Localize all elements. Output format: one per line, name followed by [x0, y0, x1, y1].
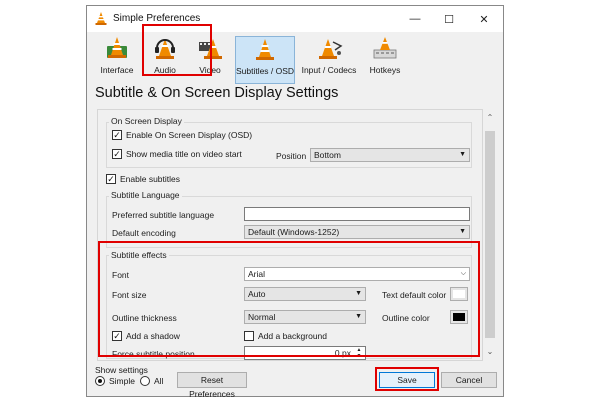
selected-value: Default (Windows-1252) — [248, 227, 340, 237]
position-select[interactable]: Bottom ▼ — [310, 148, 470, 162]
window-title: Simple Preferences — [113, 13, 201, 24]
radio-all[interactable]: All — [140, 376, 163, 386]
minimize-button[interactable]: — — [398, 6, 432, 32]
language-group-label: Subtitle Language — [109, 190, 182, 200]
reset-preferences-button[interactable]: Reset Preferences — [177, 372, 247, 399]
input-cone-icon — [319, 39, 343, 59]
cancel-button[interactable]: Cancel — [441, 372, 497, 388]
tab-label: Input / Codecs — [301, 65, 357, 75]
checkbox-label: Enable subtitles — [120, 174, 181, 184]
encoding-label: Default encoding — [112, 228, 176, 238]
osd-group-label: On Screen Display — [109, 116, 184, 126]
enable-subtitles-checkbox[interactable]: ✓ Enable subtitles — [106, 174, 180, 184]
checkbox-box[interactable]: ✓ — [106, 174, 116, 184]
interface-cone-icon — [107, 37, 127, 58]
preferred-language-label: Preferred subtitle language — [112, 210, 215, 220]
radio-dot[interactable] — [140, 376, 150, 386]
scrollbar-thumb[interactable] — [485, 131, 495, 338]
vertical-scrollbar[interactable]: ⌃ ⌄ — [483, 109, 497, 361]
encoding-select[interactable]: Default (Windows-1252) ▼ — [244, 225, 470, 239]
highlight-save-button — [375, 367, 439, 391]
preferred-language-input[interactable] — [244, 207, 470, 221]
highlight-subtitle-effects — [98, 241, 480, 357]
checkbox-box[interactable]: ✓ — [112, 149, 122, 159]
position-label: Position — [276, 151, 307, 161]
selected-value: Bottom — [314, 150, 341, 160]
highlight-subtitles-tab — [142, 24, 212, 76]
chevron-down-icon: ▼ — [459, 228, 466, 235]
vlc-cone-icon — [95, 12, 107, 25]
close-button[interactable]: ✕ — [467, 6, 501, 32]
tab-input-codecs[interactable]: Input / Codecs — [299, 36, 359, 84]
show-settings-label: Show settings — [95, 365, 148, 375]
tab-hotkeys[interactable]: Hotkeys — [365, 36, 405, 84]
checkbox-label: Enable On Screen Display (OSD) — [126, 130, 253, 140]
checkbox-label: Show media title on video start — [126, 149, 242, 159]
scroll-up-icon[interactable]: ⌃ — [483, 111, 497, 125]
radio-simple[interactable]: Simple — [95, 376, 135, 386]
tab-subtitles-osd[interactable]: Subtitles / OSD — [235, 36, 295, 84]
tab-label: Subtitles / OSD — [235, 66, 295, 76]
page-heading: Subtitle & On Screen Display Settings — [95, 85, 339, 101]
enable-osd-checkbox[interactable]: ✓ Enable On Screen Display (OSD) — [112, 130, 252, 140]
subtitles-cone-icon — [256, 39, 274, 60]
radio-label: Simple — [109, 376, 135, 386]
tab-interface[interactable]: Interface — [97, 36, 137, 84]
checkbox-box[interactable]: ✓ — [112, 130, 122, 140]
chevron-down-icon: ▼ — [459, 151, 466, 158]
radio-dot[interactable] — [95, 376, 105, 386]
maximize-button[interactable]: ☐ — [432, 6, 466, 32]
tab-label: Interface — [100, 65, 134, 75]
show-title-checkbox[interactable]: ✓ Show media title on video start — [112, 149, 242, 159]
tab-label: Hotkeys — [369, 65, 401, 75]
radio-label: All — [154, 376, 164, 386]
scroll-down-icon[interactable]: ⌄ — [483, 345, 497, 359]
hotkeys-cone-icon — [373, 37, 397, 59]
